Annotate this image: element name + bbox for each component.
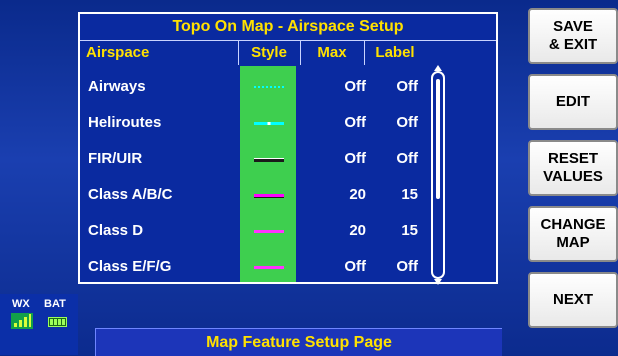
reset-values-button[interactable]: RESET VALUES <box>528 140 618 196</box>
column-header-max: Max <box>300 41 363 65</box>
row-name: Airways <box>88 78 146 95</box>
row-name: FIR/UIR <box>88 150 143 167</box>
column-header-airspace: Airspace <box>86 44 150 61</box>
row-label: 15 <box>401 186 418 203</box>
save-exit-button[interactable]: SAVE & EXIT <box>528 8 618 64</box>
status-area: WX BAT <box>0 294 78 355</box>
row-label: Off <box>396 114 418 131</box>
row-max: 20 <box>349 186 366 203</box>
row-name: Class D <box>88 222 144 239</box>
list-scrollbar[interactable] <box>431 65 445 285</box>
row-label: Off <box>396 150 418 167</box>
signal-icon <box>11 313 33 329</box>
column-header-style: Style <box>238 41 299 65</box>
edit-button[interactable]: EDIT <box>528 74 618 130</box>
row-max: 20 <box>349 222 366 239</box>
row-max: Off <box>344 258 366 275</box>
scroll-down-icon[interactable] <box>434 279 442 285</box>
row-label: Off <box>396 78 418 95</box>
style-swatch-dashed <box>254 122 284 125</box>
airspace-setup-panel: Topo On Map - Airspace Setup Airspace St… <box>78 12 498 285</box>
column-header-label: Label <box>364 41 425 65</box>
style-swatch-solid <box>254 230 284 233</box>
bat-label: BAT <box>44 298 66 310</box>
battery-icon <box>48 317 67 327</box>
row-max: Off <box>344 114 366 131</box>
style-swatch-solid <box>254 266 284 269</box>
row-max: Off <box>344 150 366 167</box>
row-name: Class E/F/G <box>88 258 172 275</box>
page-footer: Map Feature Setup Page <box>95 328 502 356</box>
next-button[interactable]: NEXT <box>528 272 618 328</box>
style-swatch-dotted <box>254 86 284 88</box>
row-label: Off <box>396 258 418 275</box>
scroll-thumb[interactable] <box>436 79 440 199</box>
wx-label: WX <box>12 298 30 310</box>
style-swatch-solid <box>254 158 284 162</box>
scroll-up-icon[interactable] <box>434 65 442 71</box>
change-map-button[interactable]: CHANGE MAP <box>528 206 618 262</box>
row-name: Heliroutes <box>88 114 162 131</box>
row-name: Class A/B/C <box>88 186 173 203</box>
row-label: 15 <box>401 222 418 239</box>
panel-title: Topo On Map - Airspace Setup <box>80 14 496 41</box>
style-swatch-solid <box>254 194 284 198</box>
row-max: Off <box>344 78 366 95</box>
